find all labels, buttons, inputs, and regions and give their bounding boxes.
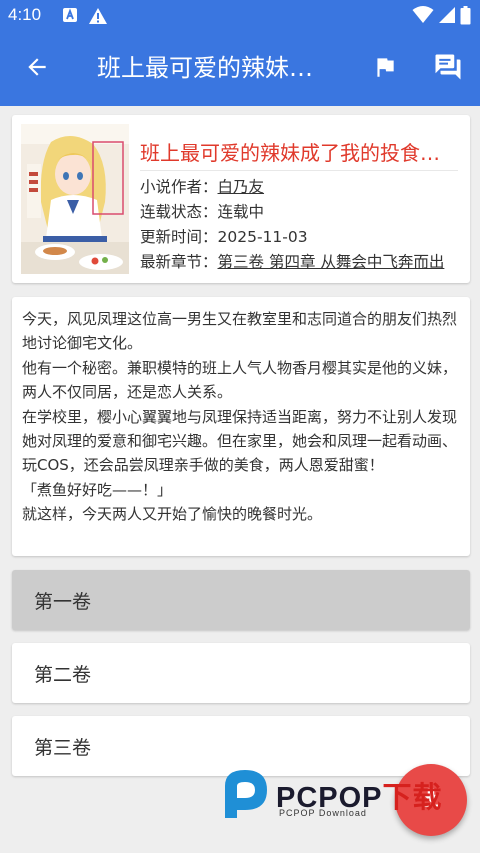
signal-icon [438,6,456,28]
description-card: 今天，风见凤理这位高一男生又在教室里和志同道合的朋友们热烈地讨论御宅文化。 他有… [12,297,470,556]
app-bar: 班上最可爱的辣妹… [0,32,480,106]
watermark: PCPOP下载 PCPOP Download [219,766,469,822]
description-paragraph: 他有一个秘密。兼职模特的班上人气人物香月樱其实是他的义妹，两人不仅同居，还是恋人… [22,358,458,402]
status-bar: 4:10 [0,0,480,32]
watermark-brand-cn: 下载 [382,782,443,814]
report-button[interactable] [367,51,403,87]
notification-a-icon [62,7,78,27]
pcpop-logo-icon [219,766,273,826]
description-paragraph: 今天，风见凤理这位高一男生又在教室里和志同道合的朋友们热烈地讨论御宅文化。 [22,310,458,353]
arrow-left-icon [24,54,50,84]
volume-label: 第三卷 [34,736,92,759]
status-row: 连载状态：连载中 [140,200,458,225]
flag-icon [372,54,398,84]
comment-icon [433,52,463,86]
author-link[interactable]: 白乃友 [218,178,265,196]
updated-label: 更新时间： [140,228,218,246]
latest-chapter-link[interactable]: 第三卷 第四章 从舞会中飞奔而出 [218,253,445,271]
updated-value: 2025-11-03 [217,228,308,246]
description-paragraph: 「煮鱼好好吃——！」 [22,480,173,499]
status-time: 4:10 [8,5,42,24]
book-info: 班上最可爱的辣妹成了我的投食… 小说作者：白乃友 连载状态：连载中 更新时间：2… [140,139,458,275]
latest-chapter-label: 最新章节： [140,253,218,271]
author-row: 小说作者：白乃友 [140,175,458,200]
book-description: 今天，风见凤理这位高一男生又在教室里和志同道合的朋友们热烈地讨论御宅文化。 他有… [22,307,460,527]
page-title: 班上最可爱的辣妹… [97,54,313,82]
author-label: 小说作者： [140,178,218,196]
comments-button[interactable] [430,51,466,87]
volume-label: 第一卷 [34,590,92,613]
status-label: 连载状态： [140,203,218,221]
volume-item-2[interactable]: 第二卷 [12,643,470,703]
volume-label: 第二卷 [34,663,92,686]
wifi-icon [412,6,434,28]
battery-icon [460,6,471,29]
description-paragraph: 在学校里，樱小心翼翼地与凤理保持适当距离，努力不让别人发现她对凤理的爱意和御宅兴… [22,407,458,475]
watermark-subtitle: PCPOP Download [279,808,367,818]
book-title: 班上最可爱的辣妹成了我的投食… [140,139,458,171]
warning-icon [88,7,108,29]
book-cover-image[interactable] [21,124,129,274]
volume-item-1[interactable]: 第一卷 [12,570,470,630]
description-paragraph: 就这样，今天两人又开始了愉快的晚餐时光。 [22,505,323,524]
back-button[interactable] [19,51,55,87]
book-info-card: 班上最可爱的辣妹成了我的投食… 小说作者：白乃友 连载状态：连载中 更新时间：2… [12,115,470,283]
updated-row: 更新时间：2025-11-03 [140,225,458,250]
status-value: 连载中 [217,203,265,221]
latest-chapter-row: 最新章节：第三卷 第四章 从舞会中飞奔而出 [140,250,458,275]
